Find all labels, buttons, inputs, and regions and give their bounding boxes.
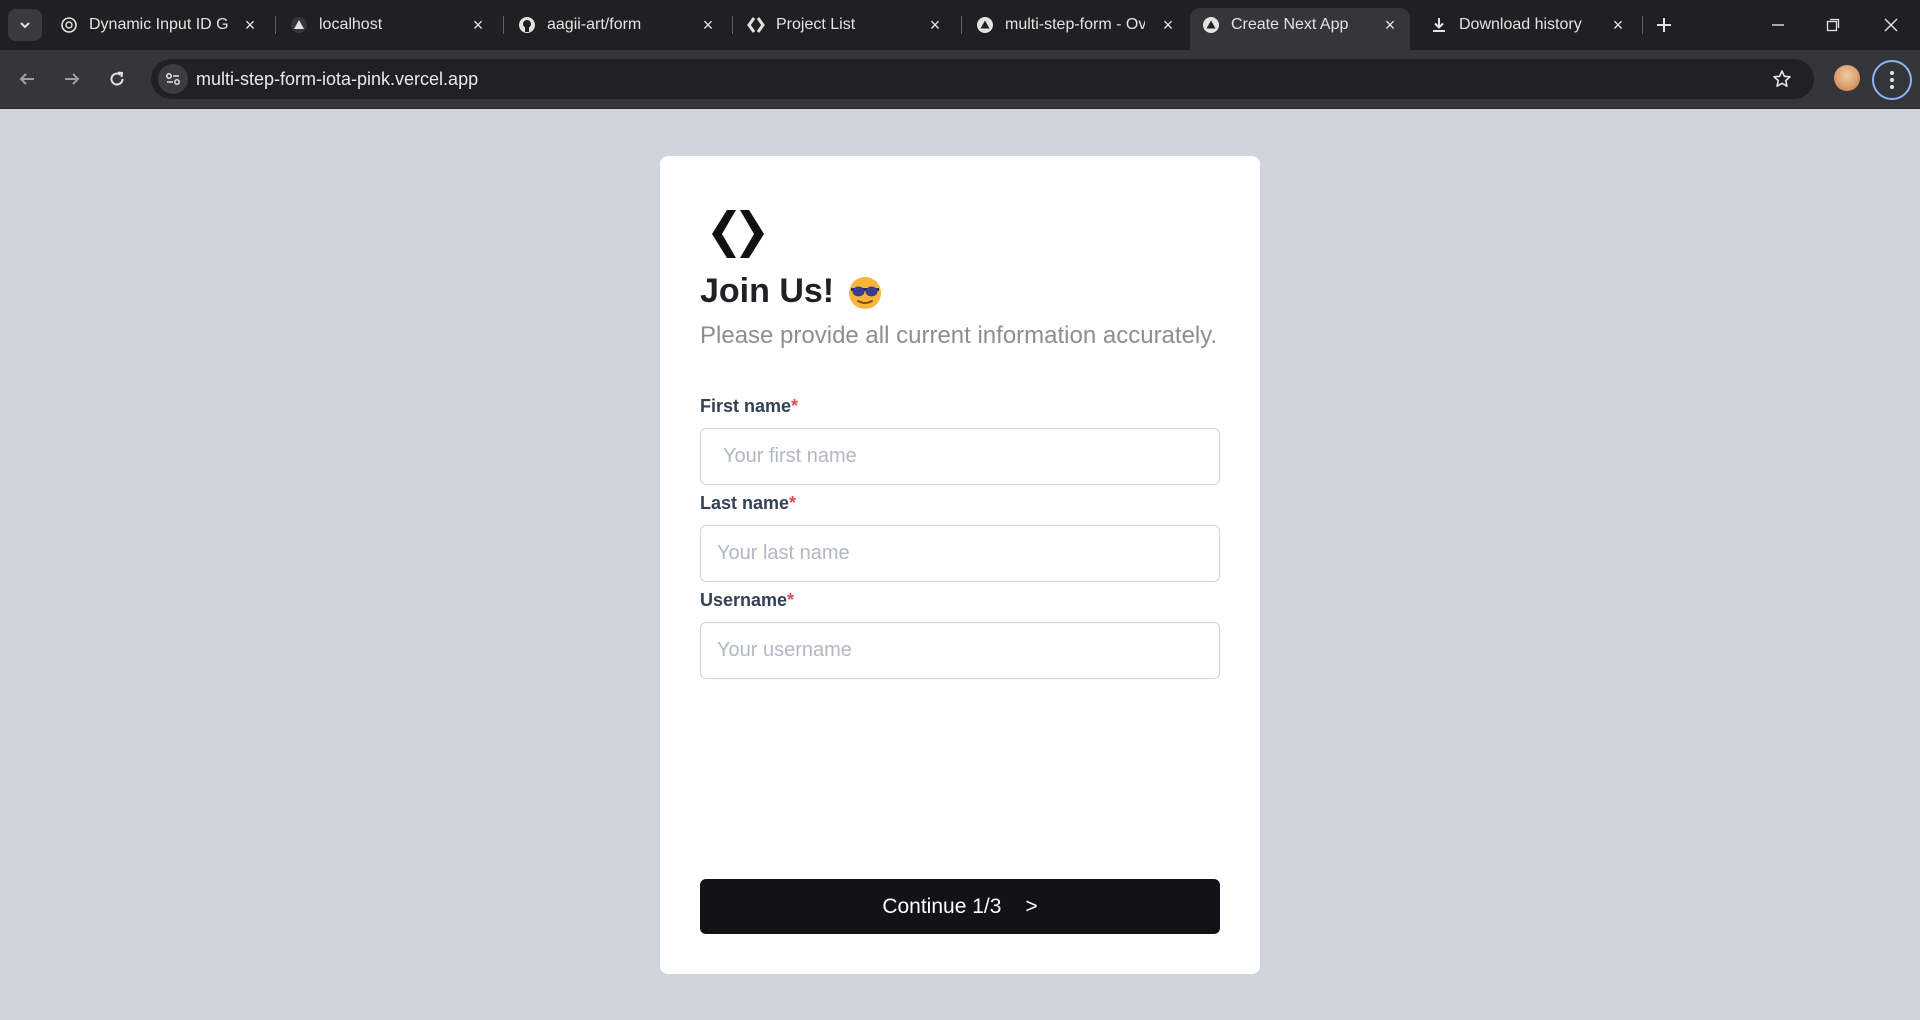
browser-menu-button[interactable] [1872, 60, 1912, 100]
username-input[interactable] [700, 622, 1220, 679]
required-mark: * [791, 396, 799, 416]
last-name-input[interactable] [700, 525, 1220, 582]
tab-separator [275, 16, 276, 34]
arrow-left-icon [19, 73, 34, 85]
minimize-icon [1772, 24, 1784, 26]
close-tab-icon[interactable]: × [1380, 15, 1400, 35]
vercel-icon [976, 16, 994, 34]
star-icon [1773, 70, 1791, 87]
back-button[interactable] [12, 64, 42, 94]
close-tab-icon[interactable]: × [698, 15, 718, 35]
restore-icon [1826, 18, 1840, 32]
close-window-button[interactable] [1876, 12, 1906, 38]
required-mark: * [789, 493, 797, 513]
arrow-right-icon [65, 73, 80, 85]
restore-button[interactable] [1818, 12, 1848, 38]
tab-title: aagii-art/form [547, 16, 642, 33]
chevron-right-icon: > [1025, 894, 1038, 918]
label-text: Username [700, 590, 788, 610]
openai-icon [60, 16, 78, 34]
brackets-logo-icon [712, 210, 764, 258]
close-icon [1884, 18, 1898, 32]
title-text: Join Us! [700, 272, 835, 310]
new-tab-button[interactable] [1651, 12, 1677, 38]
download-icon [1430, 16, 1448, 34]
tab-create-next-app[interactable]: Create Next App × [1190, 8, 1410, 50]
tab-localhost[interactable]: localhost × [278, 8, 493, 42]
signup-card: Join Us! Please provide all current info… [660, 156, 1260, 974]
first-name-label: First name* [700, 396, 798, 417]
brackets-logo-icon [747, 16, 765, 34]
close-tab-icon[interactable]: × [925, 15, 945, 35]
tab-title: Create Next App [1231, 16, 1349, 33]
tab-separator [961, 16, 962, 34]
tab-title: Dynamic Input ID Ge [89, 16, 229, 33]
tab-strip: Dynamic Input ID Ge × localhost × aagii-… [0, 0, 1920, 50]
close-tab-icon[interactable]: × [468, 15, 488, 35]
sunglasses-emoji-icon [849, 276, 882, 309]
label-text: First name [700, 396, 792, 416]
forward-button[interactable] [57, 64, 87, 94]
tab-title: multi-step-form - Ov [1005, 16, 1145, 33]
last-name-label: Last name* [700, 493, 796, 514]
first-name-input[interactable] [700, 428, 1220, 485]
tab-title: Download history [1459, 16, 1582, 33]
continue-label: Continue 1/3 [882, 894, 1002, 918]
url-text[interactable]: multi-step-form-iota-pink.vercel.app [196, 59, 478, 99]
site-info-button[interactable] [158, 64, 188, 94]
tab-dynamic-input[interactable]: Dynamic Input ID Ge × [48, 8, 268, 42]
profile-avatar[interactable] [1834, 65, 1860, 91]
close-tab-icon[interactable]: × [1608, 15, 1628, 35]
page-title: Join Us! [700, 272, 884, 311]
github-icon [518, 16, 536, 34]
required-mark: * [787, 590, 795, 610]
tab-separator [1642, 16, 1643, 34]
close-tab-icon[interactable]: × [240, 15, 260, 35]
tab-download-history[interactable]: Download history × [1418, 8, 1636, 42]
browser-toolbar: multi-step-form-iota-pink.vercel.app [0, 50, 1920, 109]
address-bar[interactable]: multi-step-form-iota-pink.vercel.app [151, 59, 1814, 99]
tab-github-form[interactable]: aagii-art/form × [506, 8, 724, 42]
continue-button[interactable]: Continue 1/3 > [700, 879, 1220, 934]
tab-separator [503, 16, 504, 34]
tab-title: localhost [319, 16, 383, 33]
vercel-icon [1202, 16, 1220, 34]
label-text: Last name [700, 493, 790, 513]
tune-icon [166, 73, 180, 85]
tab-project-list[interactable]: Project List × [735, 8, 953, 42]
more-vertical-icon [1890, 71, 1894, 89]
tab-multi-step-form[interactable]: multi-step-form - Ov × [964, 8, 1186, 42]
minimize-button[interactable] [1763, 12, 1793, 38]
username-label: Username* [700, 590, 794, 611]
bookmark-button[interactable] [1768, 65, 1796, 93]
tab-title: Project List [776, 16, 856, 33]
tab-separator [732, 16, 733, 34]
plus-icon [1657, 18, 1671, 32]
reload-button[interactable] [102, 64, 132, 94]
reload-icon [110, 71, 124, 86]
close-tab-icon[interactable]: × [1158, 15, 1178, 35]
triangle-icon [290, 16, 308, 34]
page-subtitle: Please provide all current information a… [700, 322, 1218, 349]
tab-search-button[interactable] [8, 9, 42, 41]
chevron-down-icon [20, 22, 30, 29]
